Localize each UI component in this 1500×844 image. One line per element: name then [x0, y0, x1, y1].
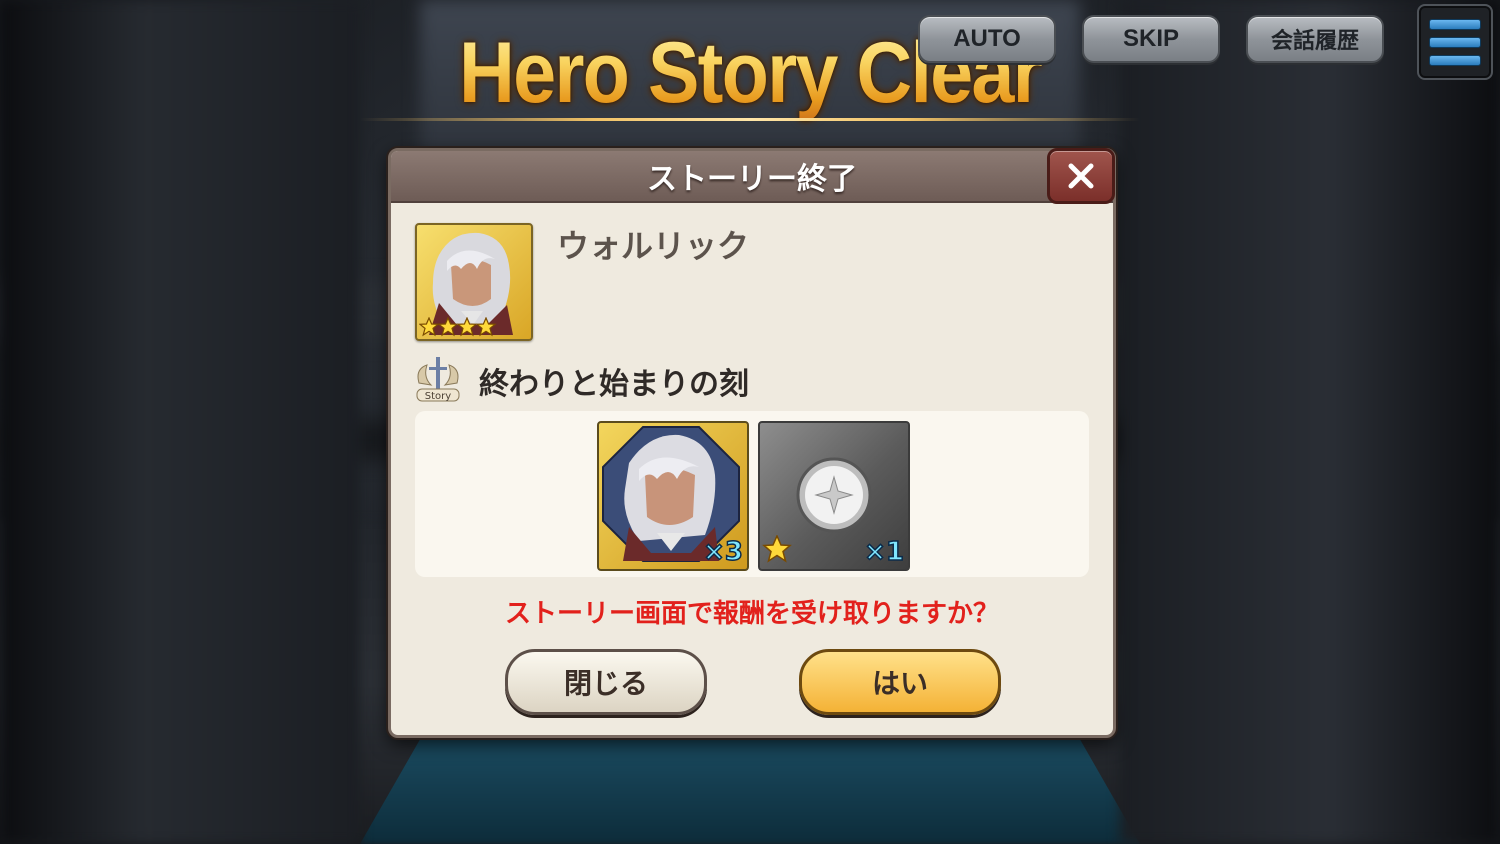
- hamburger-menu-icon[interactable]: [1417, 4, 1493, 80]
- reward-hero-quantity: ×3: [702, 536, 743, 568]
- star-rating-icon: [762, 535, 792, 563]
- title-underline: [360, 118, 1140, 121]
- claim-prompt: ストーリー画面で報酬を受け取りますか？: [504, 599, 999, 629]
- skip-button[interactable]: SKIP: [1082, 15, 1220, 63]
- hero-portrait: [415, 223, 533, 341]
- story-end-dialog: ストーリー終了 ウォルリック Story 終わりと始まりの刻 ×3 ×1 ストー…: [388, 148, 1116, 738]
- reward-crystal-quantity: ×1: [863, 536, 904, 568]
- close-button[interactable]: 閉じる: [505, 649, 707, 715]
- conversation-log-button[interactable]: 会話履歴: [1246, 15, 1384, 63]
- close-icon[interactable]: [1047, 148, 1115, 204]
- dialog-header: ストーリー終了: [391, 151, 1113, 203]
- yes-button[interactable]: はい: [799, 649, 1001, 715]
- story-title: 終わりと始まりの刻: [479, 367, 749, 402]
- story-icon: Story: [413, 355, 463, 405]
- story-icon-label: Story: [425, 391, 451, 402]
- hero-name: ウォルリック: [557, 227, 750, 265]
- four-star-rating-icon: [419, 317, 497, 337]
- auto-button[interactable]: AUTO: [918, 15, 1056, 63]
- reward-hero-shard[interactable]: ×3: [597, 421, 749, 571]
- reward-crystal[interactable]: ×1: [758, 421, 910, 571]
- reward-panel: ×3 ×1: [415, 411, 1089, 577]
